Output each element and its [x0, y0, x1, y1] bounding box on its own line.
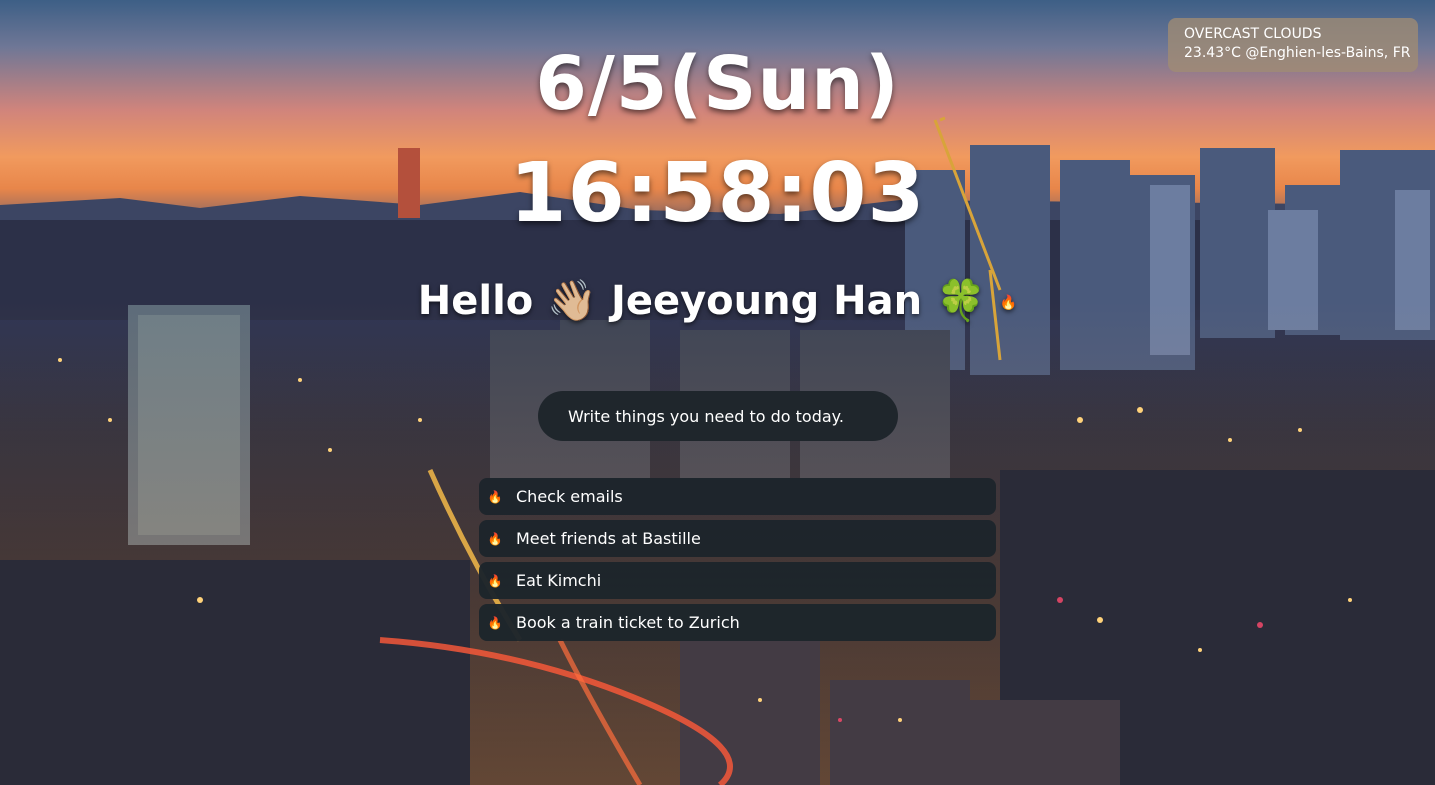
todo-item-text: Check emails	[516, 487, 623, 506]
wave-icon: 👋🏼	[547, 278, 598, 324]
fire-icon: 🔥	[487, 489, 503, 504]
greeting: Hello 👋🏼 Jeeyoung Han 🍀 🔥	[0, 276, 1435, 328]
fire-icon: 🔥	[487, 573, 503, 588]
greeting-name: Jeeyoung Han	[610, 278, 923, 324]
clock-time: 16:58:03	[509, 146, 926, 241]
todo-item[interactable]: 🔥 Book a train ticket to Zurich	[479, 604, 996, 641]
todo-item[interactable]: 🔥 Meet friends at Bastille	[479, 520, 996, 557]
momentum-dashboard: OVERCAST CLOUDS 23.43°C @Enghien-les-Bai…	[0, 0, 1435, 785]
todo-item[interactable]: 🔥 Eat Kimchi	[479, 562, 996, 599]
todo-list: 🔥 Check emails 🔥 Meet friends at Bastill…	[479, 478, 996, 646]
todo-input[interactable]	[538, 391, 898, 441]
greeting-hello: Hello	[417, 278, 534, 324]
todo-item-text: Book a train ticket to Zurich	[516, 613, 740, 632]
fire-icon: 🔥	[487, 531, 503, 546]
todo-item[interactable]: 🔥 Check emails	[479, 478, 996, 515]
todo-item-text: Meet friends at Bastille	[516, 529, 701, 548]
fire-icon: 🔥	[999, 295, 1018, 311]
clover-icon: 🍀	[936, 278, 986, 324]
fire-icon: 🔥	[487, 615, 503, 630]
clock-date: 6/5(Sun)	[535, 41, 900, 127]
todo-item-text: Eat Kimchi	[516, 571, 602, 590]
